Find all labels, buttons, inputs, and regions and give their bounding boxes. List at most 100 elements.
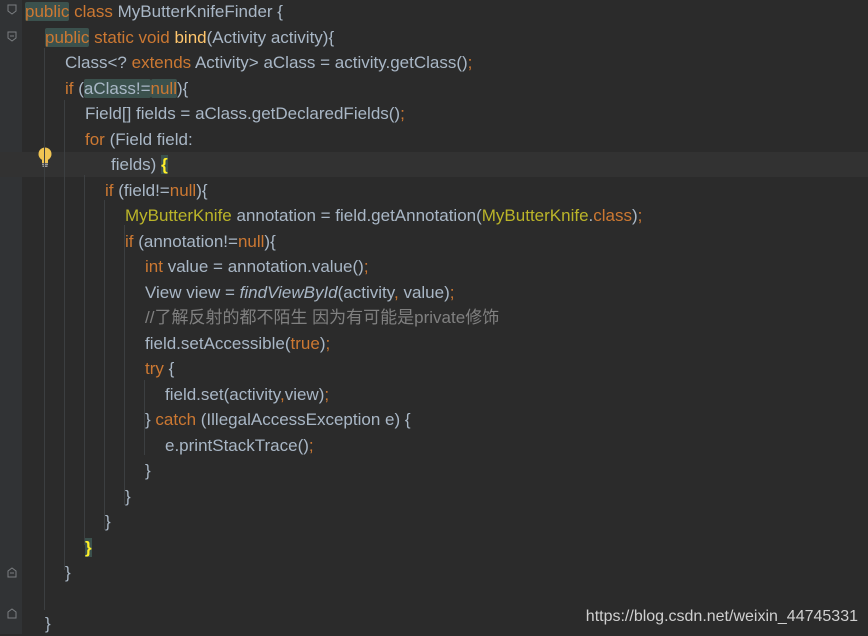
code-token: //了解反射的都不陌生 因为有可能是private修饰	[145, 308, 500, 327]
code-token: value = annotation.value()	[162, 257, 364, 276]
code-line[interactable]: public static void bind(Activity activit…	[0, 25, 868, 50]
code-token: findViewById	[239, 282, 338, 302]
code-line[interactable]: } catch (IllegalAccessException e) {	[0, 407, 868, 432]
code-line[interactable]: }	[0, 458, 868, 483]
code-text: }	[125, 484, 131, 509]
code-line[interactable]: field.setAccessible(true);	[0, 331, 868, 356]
code-line[interactable]: for (Field field:	[0, 127, 868, 152]
code-text: e.printStackTrace();	[165, 433, 314, 458]
code-line[interactable]: fields) {	[0, 152, 868, 177]
code-token: ;	[325, 333, 331, 353]
code-line[interactable]: try {	[0, 356, 868, 381]
code-line[interactable]: }	[0, 560, 868, 585]
code-token: if	[105, 180, 114, 200]
code-text: }	[65, 560, 71, 585]
lightbulb-icon[interactable]	[36, 146, 54, 168]
code-token: null	[150, 78, 177, 98]
code-token: catch	[155, 410, 197, 429]
code-token: e.printStackTrace()	[165, 435, 309, 455]
code-token: ;	[400, 104, 405, 123]
code-line[interactable]: MyButterKnife annotation = field.getAnno…	[0, 203, 868, 228]
code-token: ;	[467, 53, 473, 72]
code-token: if	[125, 231, 134, 251]
code-line[interactable]: Field[] fields = aClass.getDeclaredField…	[0, 101, 868, 126]
code-token: (field!=	[113, 180, 170, 200]
code-line[interactable]: int value = annotation.value();	[0, 254, 868, 279]
code-token: public	[25, 2, 70, 21]
code-token: field.set(activity	[165, 384, 280, 404]
code-token: ){	[264, 231, 276, 251]
code-token: if	[65, 78, 74, 98]
code-token: }	[105, 512, 111, 531]
code-token: MyButterKnifeFinder {	[117, 2, 283, 21]
code-token: (	[73, 78, 84, 98]
code-text: if (aClass!=null){	[65, 76, 188, 101]
code-line[interactable]: if (annotation!=null){	[0, 229, 868, 254]
code-token: class	[593, 206, 632, 225]
code-token: view)	[284, 384, 325, 404]
indent-guide	[144, 380, 145, 455]
code-token: (Field field:	[104, 129, 193, 149]
code-token: Field[] fields = aClass.getDeclaredField…	[85, 104, 401, 123]
code-token: try	[145, 359, 164, 378]
code-token: MyButterKnife	[481, 206, 589, 225]
indent-guide	[124, 225, 125, 505]
code-text: int value = annotation.value();	[145, 254, 369, 279]
code-text: }	[85, 535, 92, 560]
code-line[interactable]: }	[0, 484, 868, 509]
code-token: {	[163, 359, 175, 378]
code-token: null	[237, 231, 265, 251]
code-line[interactable]: if (field!=null){	[0, 178, 868, 203]
code-line[interactable]: }	[0, 509, 868, 534]
code-line[interactable]	[0, 586, 868, 611]
code-text: public static void bind(Activity activit…	[45, 25, 334, 50]
code-line[interactable]: e.printStackTrace();	[0, 433, 868, 458]
code-token: }	[65, 563, 71, 582]
code-token: ;	[363, 257, 369, 276]
code-token: }	[85, 537, 92, 557]
code-token: View view =	[145, 282, 240, 302]
code-token: ){	[176, 78, 189, 98]
indent-guide	[44, 48, 45, 610]
code-line[interactable]: Class<? extends Activity> aClass = activ…	[0, 50, 868, 75]
code-token: ;	[308, 435, 314, 455]
code-line[interactable]: public class MyButterKnifeFinder {	[0, 0, 868, 24]
code-line[interactable]: if (aClass!=null){	[0, 76, 868, 101]
code-token: true	[290, 333, 320, 353]
code-token: ){	[196, 180, 208, 200]
watermark-url: https://blog.csdn.net/weixin_44745331	[585, 608, 858, 625]
code-text: fields) {	[111, 152, 168, 177]
code-token: (Activity activity){	[206, 27, 335, 47]
code-text: }	[145, 458, 151, 483]
code-token: }	[125, 486, 131, 506]
code-token: aClass!=	[83, 78, 151, 98]
code-token: extends	[131, 53, 192, 72]
code-text: public class MyButterKnifeFinder {	[25, 0, 283, 24]
indent-guide	[64, 100, 65, 570]
code-line[interactable]: field.set(activity,view);	[0, 382, 868, 407]
code-text: } catch (IllegalAccessException e) {	[145, 407, 411, 432]
code-token: static void	[89, 27, 175, 47]
code-token: fields)	[111, 155, 162, 174]
code-text: if (annotation!=null){	[125, 229, 276, 254]
code-token: MyButterKnife	[125, 206, 232, 225]
code-text: //了解反射的都不陌生 因为有可能是private修饰	[145, 305, 499, 330]
code-token: }	[145, 461, 151, 480]
code-token: null	[169, 180, 197, 200]
code-token: class	[69, 2, 118, 21]
indent-guide	[104, 200, 105, 530]
code-token: int	[145, 257, 163, 276]
code-line[interactable]: }	[0, 535, 868, 560]
code-token: field.setAccessible(	[145, 333, 291, 353]
code-text: if (field!=null){	[105, 178, 208, 203]
code-text: }	[105, 509, 111, 534]
indent-guide	[84, 175, 85, 545]
code-token: (IllegalAccessException e) {	[196, 410, 411, 429]
code-token: ;	[324, 384, 330, 404]
code-line[interactable]: View view = findViewById(activity, value…	[0, 280, 868, 305]
code-token: }	[45, 614, 51, 633]
code-text: }	[45, 611, 51, 636]
code-line[interactable]: //了解反射的都不陌生 因为有可能是private修饰	[0, 305, 868, 330]
code-token: Class<?	[65, 53, 132, 72]
code-token: value)	[398, 282, 450, 302]
